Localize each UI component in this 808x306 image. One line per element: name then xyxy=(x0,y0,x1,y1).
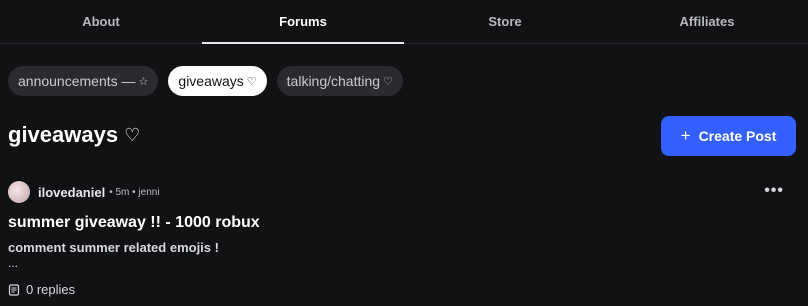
tab-affiliates[interactable]: Affiliates xyxy=(606,0,808,43)
post-author-row: ilovedaniel • 5m • jenni xyxy=(8,180,798,204)
avatar[interactable] xyxy=(8,181,30,203)
category-chips: announcements — ☆ giveaways ♡ talking/ch… xyxy=(8,66,403,96)
comment-icon xyxy=(8,283,20,296)
more-options-icon[interactable]: ••• xyxy=(764,182,784,200)
post-ellipsis: ... xyxy=(8,256,19,270)
create-post-label: Create Post xyxy=(698,128,777,144)
post-body: comment summer related emojis ! xyxy=(8,240,219,255)
page-title: giveaways ♡ xyxy=(8,122,140,148)
chip-label: giveaways xyxy=(178,73,244,89)
replies-count[interactable]: 0 replies xyxy=(8,282,798,297)
tab-store[interactable]: Store xyxy=(404,0,606,43)
chip-talking-chatting[interactable]: talking/chatting ♡ xyxy=(276,66,403,96)
tab-forums[interactable]: Forums xyxy=(202,0,404,44)
chip-label: announcements — xyxy=(18,73,136,89)
post-meta: • 5m • jenni xyxy=(109,186,160,198)
create-post-button[interactable]: + Create Post xyxy=(661,116,796,156)
heart-icon: ♡ xyxy=(383,75,393,88)
chip-announcements[interactable]: announcements — ☆ xyxy=(8,66,159,96)
plus-icon: + xyxy=(680,126,691,145)
heart-icon: ♡ xyxy=(246,75,257,88)
page-title-text: giveaways xyxy=(8,122,119,147)
post-author[interactable]: ilovedaniel xyxy=(38,185,105,200)
chip-giveaways[interactable]: giveaways ♡ xyxy=(168,66,267,96)
chip-label: talking/chatting xyxy=(286,73,381,89)
heart-icon: ♡ xyxy=(124,124,141,145)
top-tab-bar: About Forums Store Affiliates xyxy=(0,0,808,44)
tab-about[interactable]: About xyxy=(0,0,202,43)
post-card[interactable]: ilovedaniel • 5m • jenni ••• summer give… xyxy=(8,180,798,300)
star-icon: ☆ xyxy=(138,75,149,88)
replies-label: 0 replies xyxy=(26,282,76,297)
post-title[interactable]: summer giveaway !! - 1000 robux xyxy=(8,214,798,232)
